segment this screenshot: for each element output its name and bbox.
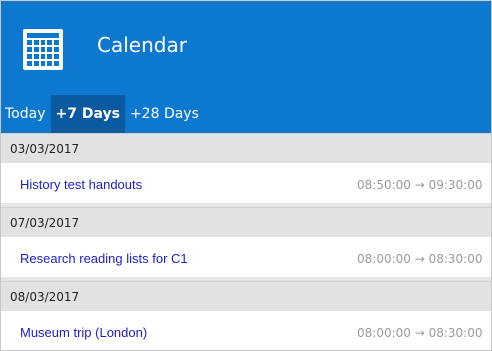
event-time: 08:50:00 → 09:30:00 [357, 178, 483, 192]
event-item[interactable]: Museum trip (London) 08:00:00 → 08:30:00 [1, 311, 491, 350]
event-item[interactable]: History test handouts 08:50:00 → 09:30:0… [1, 163, 491, 207]
event-name[interactable]: History test handouts [20, 177, 142, 192]
event-name[interactable]: Museum trip (London) [20, 325, 147, 340]
tab-28-days[interactable]: +28 Days [125, 95, 204, 133]
range-tabs: Today +7 Days +28 Days [1, 95, 204, 133]
date-header: 08/03/2017 [1, 281, 491, 311]
tab-7-days[interactable]: +7 Days [50, 95, 125, 133]
date-header: 03/03/2017 [1, 133, 491, 163]
event-time: 08:00:00 → 08:30:00 [357, 326, 483, 340]
tab-today[interactable]: Today [1, 95, 51, 133]
event-list: 03/03/2017 History test handouts 08:50:0… [1, 133, 491, 350]
calendar-widget: Calendar Today +7 Days +28 Days 03/03/20… [0, 0, 492, 351]
event-name[interactable]: Research reading lists for C1 [20, 251, 188, 266]
header-bar: Calendar Today +7 Days +28 Days [1, 1, 491, 133]
page-title: Calendar [97, 33, 187, 57]
event-time: 08:00:00 → 08:30:00 [357, 252, 483, 266]
date-header: 07/03/2017 [1, 207, 491, 237]
event-item[interactable]: Research reading lists for C1 08:00:00 →… [1, 237, 491, 281]
calendar-icon [23, 29, 63, 70]
